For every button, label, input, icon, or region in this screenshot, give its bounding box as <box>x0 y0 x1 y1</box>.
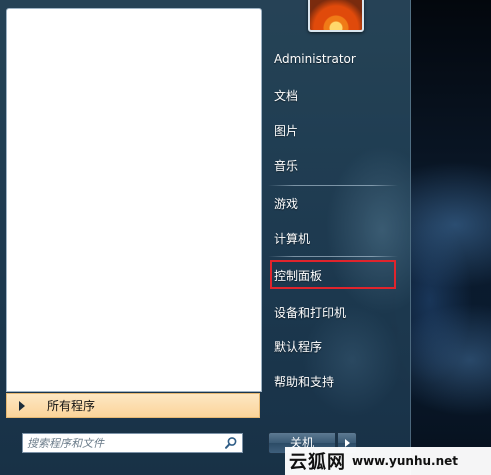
menu-item-default-programs[interactable]: 默认程序 <box>274 338 322 355</box>
search-field[interactable] <box>22 433 243 453</box>
menu-item-devices-printers[interactable]: 设备和打印机 <box>274 304 346 321</box>
triangle-right-icon <box>19 400 25 411</box>
user-name-link[interactable]: Administrator <box>274 52 356 66</box>
user-avatar[interactable] <box>308 0 364 32</box>
menu-separator <box>268 185 398 186</box>
control-panel-highlight-box <box>270 260 396 289</box>
search-input[interactable] <box>23 435 217 451</box>
watermark-url: www.yunhu.net <box>352 454 459 468</box>
menu-item-documents[interactable]: 文档 <box>274 87 298 104</box>
watermark: 云狐网 www.yunhu.net <box>285 447 491 475</box>
all-programs-label: 所有程序 <box>47 399 96 413</box>
menu-item-help-support[interactable]: 帮助和支持 <box>274 373 334 390</box>
menu-item-music[interactable]: 音乐 <box>274 157 298 174</box>
triangle-right-icon <box>344 439 350 447</box>
search-icon[interactable] <box>224 436 238 450</box>
menu-separator <box>268 256 398 257</box>
program-list-panel <box>6 8 262 392</box>
menu-item-pictures[interactable]: 图片 <box>274 122 298 139</box>
watermark-brand: 云狐网 <box>289 452 346 473</box>
menu-item-computer[interactable]: 计算机 <box>274 230 310 247</box>
menu-item-games[interactable]: 游戏 <box>274 195 298 212</box>
all-programs-button[interactable]: 所有程序 <box>6 393 260 418</box>
